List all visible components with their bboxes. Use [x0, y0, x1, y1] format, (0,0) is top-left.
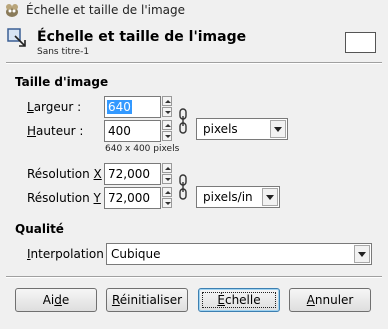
- interpolation-label: Interpolation :: [27, 247, 112, 261]
- header-divider: [6, 62, 382, 64]
- reset-button[interactable]: Réinitialiser: [106, 288, 188, 312]
- width-decrement-button[interactable]: [162, 107, 172, 117]
- width-increment-button[interactable]: [162, 96, 172, 106]
- arrow-up-icon: [165, 100, 171, 103]
- window-title: Échelle et taille de l'image: [26, 3, 186, 17]
- resolution-unit-value: pixels/in: [203, 190, 253, 204]
- resolution-unit-select[interactable]: pixels/in: [196, 186, 280, 208]
- resolution-y-stepper[interactable]: [162, 187, 172, 209]
- resolution-y-increment-button[interactable]: [162, 187, 172, 197]
- resolution-chain-link-icon[interactable]: [178, 174, 188, 200]
- buttons-divider: [6, 276, 382, 278]
- width-stepper[interactable]: [162, 96, 172, 118]
- interpolation-dropdown-button[interactable]: [354, 245, 370, 263]
- cancel-button[interactable]: Annuler: [289, 288, 371, 312]
- resolution-x-decrement-button[interactable]: [162, 174, 172, 184]
- resolution-x-label: Résolution X :: [27, 167, 110, 181]
- image-name: Sans titre-1: [37, 47, 90, 57]
- chevron-down-icon: [274, 127, 282, 132]
- focus-ring: [202, 292, 276, 308]
- size-unit-dropdown-button[interactable]: [270, 120, 286, 138]
- height-label: Hauteur :: [27, 124, 84, 138]
- resolution-x-stepper[interactable]: [162, 163, 172, 185]
- resolution-x-increment-button[interactable]: [162, 163, 172, 173]
- height-field[interactable]: 400: [104, 120, 161, 142]
- width-label: Largeur :: [27, 100, 82, 114]
- size-unit-select[interactable]: pixels: [196, 118, 288, 140]
- height-increment-button[interactable]: [162, 120, 172, 130]
- scale-image-icon: [7, 28, 26, 47]
- resolution-y-field[interactable]: 72,000: [104, 187, 161, 209]
- height-value: 400: [108, 124, 131, 138]
- pixel-size-note: 640 x 400 pixels: [105, 144, 180, 154]
- width-field[interactable]: 640: [104, 96, 161, 118]
- chain-link-icon[interactable]: [178, 108, 188, 134]
- height-stepper[interactable]: [162, 120, 172, 142]
- arrow-up-icon: [165, 124, 171, 127]
- size-unit-value: pixels: [203, 122, 238, 136]
- arrow-up-icon: [165, 167, 171, 170]
- height-decrement-button[interactable]: [162, 131, 172, 141]
- help-button[interactable]: Aide: [15, 288, 97, 312]
- gimp-icon: [6, 4, 18, 17]
- chevron-down-icon: [358, 252, 366, 257]
- image-preview: [345, 32, 376, 53]
- width-value: 640: [107, 100, 132, 114]
- resolution-x-field[interactable]: 72,000: [104, 163, 161, 185]
- interpolation-select[interactable]: Cubique: [106, 243, 372, 265]
- arrow-down-icon: [165, 178, 171, 181]
- arrow-down-icon: [165, 111, 171, 114]
- dialog-header: Échelle et taille de l'image Sans titre-…: [0, 22, 388, 62]
- resolution-x-value: 72,000: [108, 167, 150, 181]
- scale-button[interactable]: Échelle: [198, 288, 280, 312]
- dialog-title: Échelle et taille de l'image: [37, 29, 247, 45]
- resolution-y-label: Résolution Y :: [27, 191, 109, 205]
- arrow-down-icon: [165, 202, 171, 205]
- image-size-section-label: Taille d'image: [15, 75, 109, 89]
- arrow-down-icon: [165, 135, 171, 138]
- resolution-unit-dropdown-button[interactable]: [262, 188, 278, 206]
- arrow-up-icon: [165, 191, 171, 194]
- resolution-y-value: 72,000: [108, 191, 150, 205]
- title-bar: Échelle et taille de l'image: [0, 0, 388, 22]
- interpolation-value: Cubique: [111, 247, 161, 261]
- quality-section-label: Qualité: [15, 222, 64, 236]
- chevron-down-icon: [266, 195, 274, 200]
- resolution-y-decrement-button[interactable]: [162, 198, 172, 208]
